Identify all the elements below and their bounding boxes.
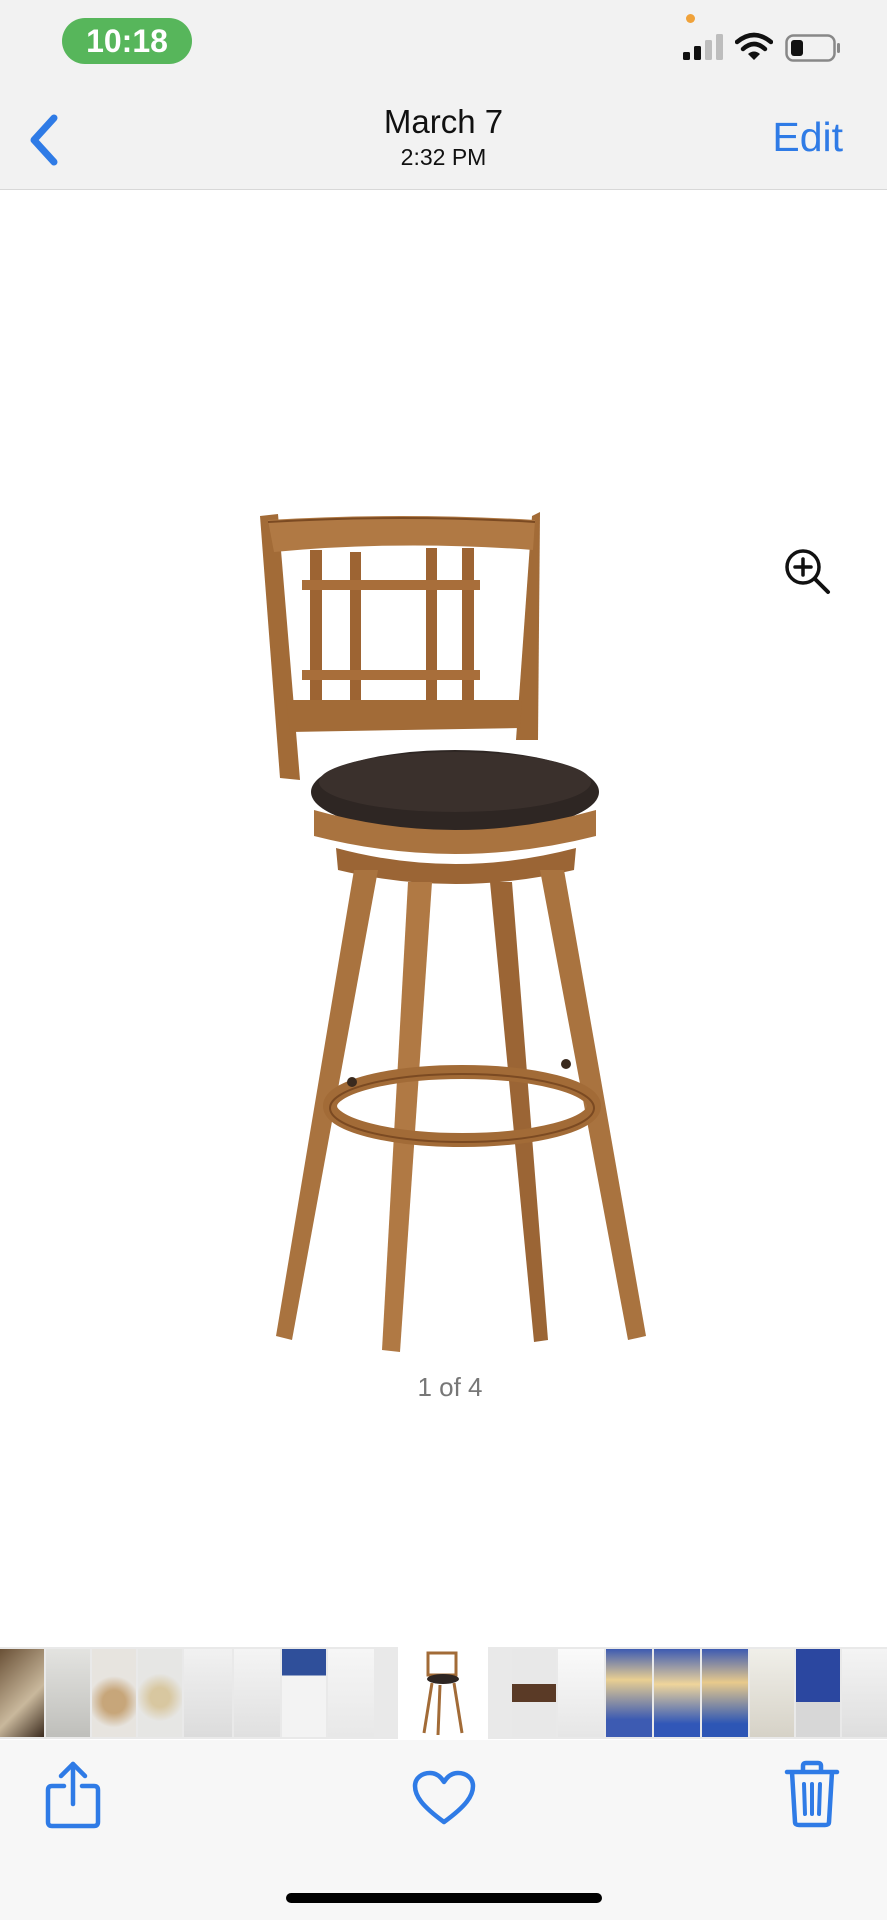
status-time: 10:18 — [62, 18, 192, 64]
thumbnail-14[interactable] — [702, 1649, 748, 1737]
edit-button[interactable]: Edit — [772, 114, 843, 161]
photo-time: 2:32 PM — [400, 144, 487, 170]
thumbnail-17[interactable] — [842, 1649, 887, 1737]
heart-icon[interactable] — [412, 1770, 476, 1826]
thumbnail-5[interactable] — [184, 1649, 232, 1737]
battery-icon — [785, 34, 840, 62]
cellular-signal-icon — [683, 34, 723, 60]
photo-date: March 7 — [383, 103, 504, 140]
privacy-indicator-dot — [686, 14, 695, 23]
photo-viewer[interactable]: 1 of 4 — [0, 190, 887, 1647]
selected-stool-thumbnail-image — [422, 1651, 464, 1736]
thumbnail-1[interactable] — [0, 1649, 44, 1737]
navigation-bar: March 7 2:32 PM Edit — [0, 90, 887, 190]
thumbnail-4[interactable] — [138, 1649, 182, 1737]
thumbnail-strip[interactable] — [0, 1647, 887, 1739]
zoom-in-icon[interactable] — [782, 546, 832, 596]
thumbnail-15[interactable] — [750, 1649, 794, 1737]
status-bar: 10:18 — [0, 0, 887, 90]
thumbnail-12[interactable] — [606, 1649, 652, 1737]
page-counter: 1 of 4 — [417, 1372, 483, 1402]
photo-date-title: March 7 2:32 PM — [0, 102, 887, 172]
thumbnail-2[interactable] — [46, 1649, 90, 1737]
share-icon[interactable] — [44, 1760, 102, 1830]
thumbnail-selected[interactable] — [398, 1647, 488, 1739]
thumbnail-13[interactable] — [654, 1649, 700, 1737]
trash-icon[interactable] — [784, 1760, 840, 1828]
thumbnail-3[interactable] — [92, 1649, 136, 1737]
thumbnail-6[interactable] — [234, 1649, 280, 1737]
thumbnail-11[interactable] — [558, 1649, 604, 1737]
home-indicator[interactable] — [286, 1893, 602, 1903]
thumbnail-8[interactable] — [328, 1649, 374, 1737]
wifi-icon — [735, 32, 773, 60]
thumbnail-16[interactable] — [796, 1649, 840, 1737]
thumbnail-7[interactable] — [282, 1649, 326, 1737]
bar-stool-image — [260, 512, 646, 1352]
thumbnail-10[interactable] — [512, 1649, 556, 1737]
